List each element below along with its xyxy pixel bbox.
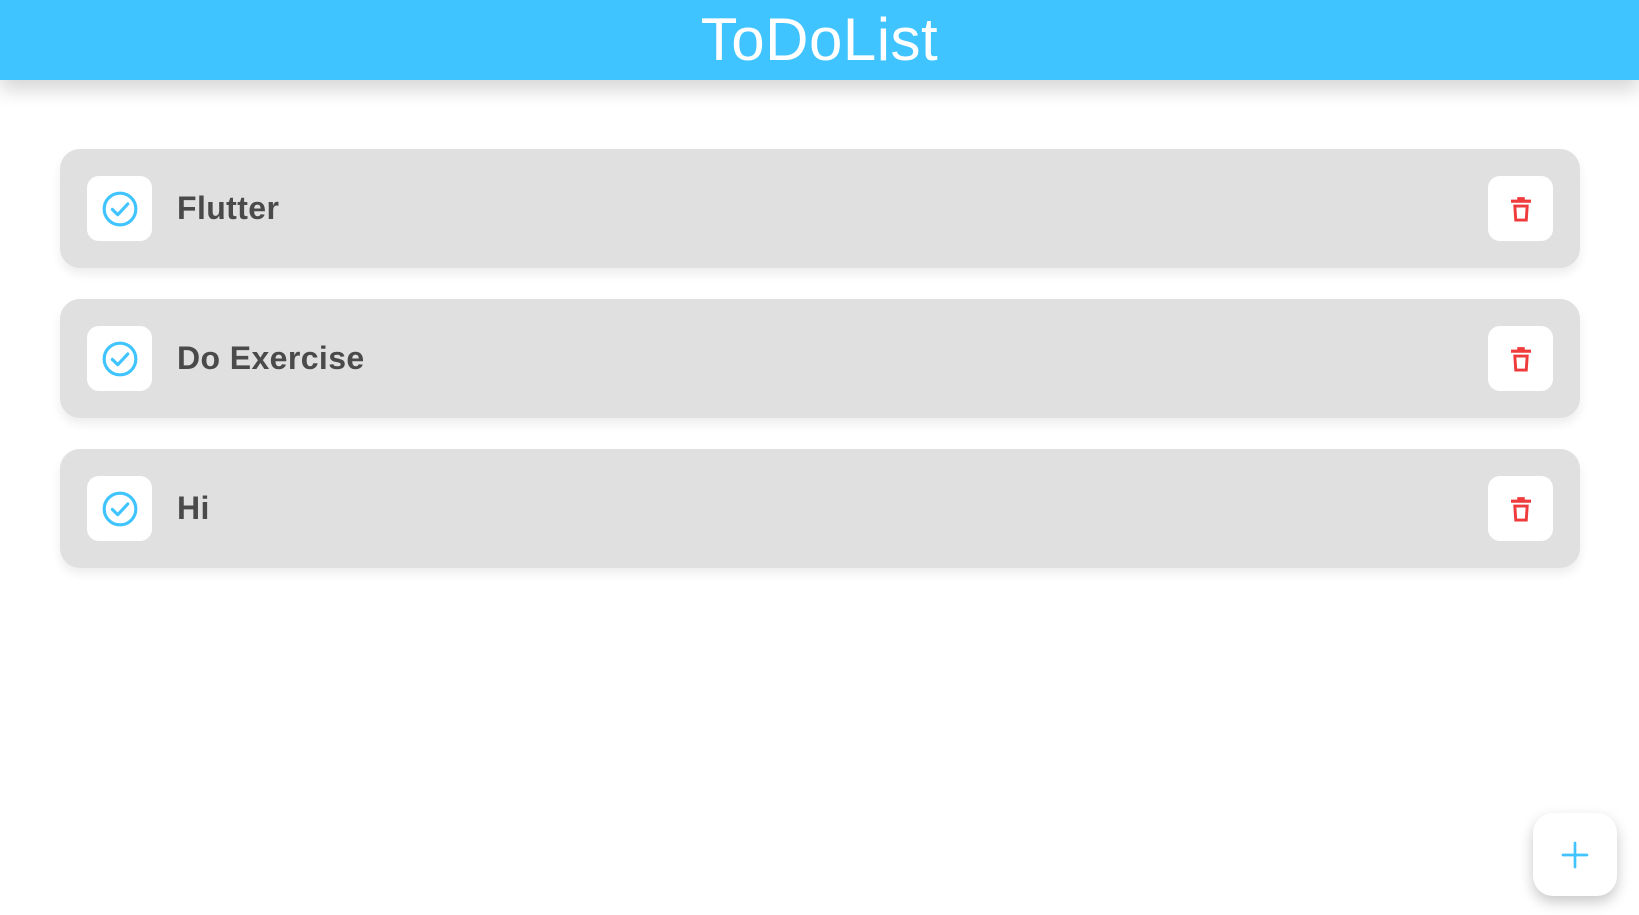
delete-button[interactable] [1488, 326, 1553, 391]
complete-button[interactable] [87, 326, 152, 391]
check-circle-icon [102, 341, 137, 376]
todo-item: Hi [60, 449, 1580, 568]
app-title: ToDoList [700, 6, 939, 73]
add-todo-button[interactable] [1533, 813, 1617, 896]
check-circle-icon [102, 491, 137, 526]
delete-button[interactable] [1488, 176, 1553, 241]
todo-item: Do Exercise [60, 299, 1580, 418]
complete-button[interactable] [87, 476, 152, 541]
trash-icon [1510, 496, 1531, 521]
plus-icon [1561, 841, 1589, 868]
todo-list: Flutter Do Exercise Hi [60, 149, 1580, 599]
delete-button[interactable] [1488, 476, 1553, 541]
todo-label: Flutter [177, 190, 280, 226]
todo-label: Do Exercise [177, 340, 365, 376]
app-bar: ToDoList [0, 0, 1639, 80]
complete-button[interactable] [87, 176, 152, 241]
todo-item: Flutter [60, 149, 1580, 268]
trash-icon [1510, 196, 1531, 221]
todo-label: Hi [177, 490, 210, 526]
check-circle-icon [102, 191, 137, 226]
trash-icon [1510, 346, 1531, 371]
